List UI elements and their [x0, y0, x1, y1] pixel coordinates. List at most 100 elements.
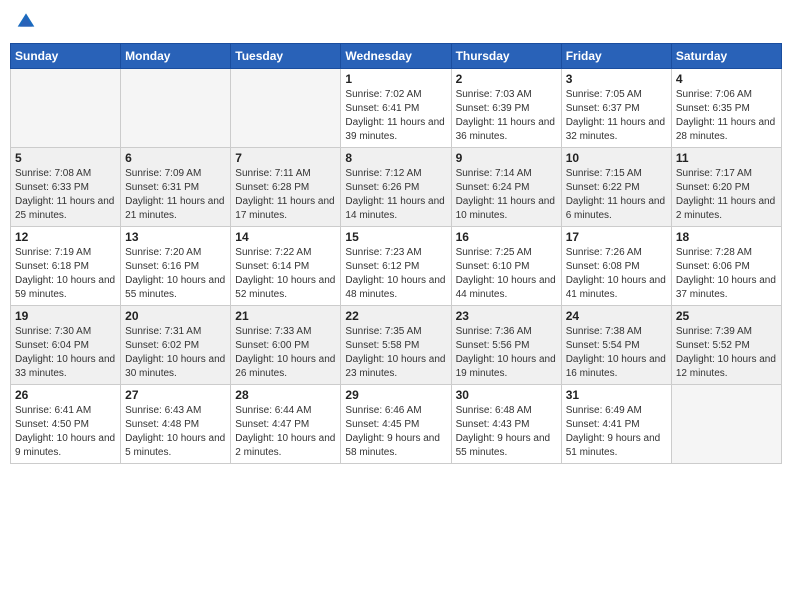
calendar-cell — [671, 385, 781, 464]
day-info: Sunrise: 6:43 AMSunset: 4:48 PMDaylight:… — [125, 404, 226, 460]
day-info: Sunrise: 7:03 AMSunset: 6:39 PMDaylight:… — [456, 88, 557, 144]
day-info: Sunrise: 7:25 AMSunset: 6:10 PMDaylight:… — [456, 246, 557, 302]
calendar-cell: 23 Sunrise: 7:36 AMSunset: 5:56 PMDayligh… — [451, 306, 561, 385]
day-number: 6 — [125, 151, 226, 165]
calendar-cell — [231, 69, 341, 148]
day-info: Sunrise: 7:11 AMSunset: 6:28 PMDaylight:… — [235, 167, 336, 223]
calendar-cell: 11 Sunrise: 7:17 AMSunset: 6:20 PMDayligh… — [671, 148, 781, 227]
calendar-cell: 9 Sunrise: 7:14 AMSunset: 6:24 PMDaylight… — [451, 148, 561, 227]
day-header-saturday: Saturday — [671, 44, 781, 69]
calendar-cell — [11, 69, 121, 148]
day-info: Sunrise: 7:31 AMSunset: 6:02 PMDaylight:… — [125, 325, 226, 381]
day-info: Sunrise: 7:28 AMSunset: 6:06 PMDaylight:… — [676, 246, 777, 302]
day-info: Sunrise: 7:33 AMSunset: 6:00 PMDaylight:… — [235, 325, 336, 381]
calendar-week-row: 12 Sunrise: 7:19 AMSunset: 6:18 PMDayligh… — [11, 227, 782, 306]
day-info: Sunrise: 7:12 AMSunset: 6:26 PMDaylight:… — [345, 167, 446, 223]
day-info: Sunrise: 7:06 AMSunset: 6:35 PMDaylight:… — [676, 88, 777, 144]
day-number: 29 — [345, 388, 446, 402]
day-info: Sunrise: 7:14 AMSunset: 6:24 PMDaylight:… — [456, 167, 557, 223]
day-info: Sunrise: 6:46 AMSunset: 4:45 PMDaylight:… — [345, 404, 446, 460]
day-number: 22 — [345, 309, 446, 323]
calendar-cell: 31 Sunrise: 6:49 AMSunset: 4:41 PMDayligh… — [561, 385, 671, 464]
day-info: Sunrise: 7:17 AMSunset: 6:20 PMDaylight:… — [676, 167, 777, 223]
day-number: 31 — [566, 388, 667, 402]
day-number: 30 — [456, 388, 557, 402]
calendar-cell: 24 Sunrise: 7:38 AMSunset: 5:54 PMDayligh… — [561, 306, 671, 385]
day-number: 1 — [345, 72, 446, 86]
calendar-cell: 13 Sunrise: 7:20 AMSunset: 6:16 PMDayligh… — [121, 227, 231, 306]
day-number: 9 — [456, 151, 557, 165]
day-number: 18 — [676, 230, 777, 244]
day-info: Sunrise: 7:26 AMSunset: 6:08 PMDaylight:… — [566, 246, 667, 302]
calendar-cell: 15Sunrise: 7:23 AMSunset: 6:12 PMDayligh… — [341, 227, 451, 306]
day-number: 10 — [566, 151, 667, 165]
day-info: Sunrise: 7:36 AMSunset: 5:56 PMDaylight:… — [456, 325, 557, 381]
day-info: Sunrise: 7:08 AMSunset: 6:33 PMDaylight:… — [15, 167, 116, 223]
calendar-cell: 10 Sunrise: 7:15 AMSunset: 6:22 PMDayligh… — [561, 148, 671, 227]
day-number: 7 — [235, 151, 336, 165]
calendar-cell: 30Sunrise: 6:48 AMSunset: 4:43 PMDayligh… — [451, 385, 561, 464]
day-info: Sunrise: 7:35 AMSunset: 5:58 PMDaylight:… — [345, 325, 446, 381]
day-number: 16 — [456, 230, 557, 244]
day-number: 11 — [676, 151, 777, 165]
day-header-tuesday: Tuesday — [231, 44, 341, 69]
calendar-cell: 19 Sunrise: 7:30 AMSunset: 6:04 PMDayligh… — [11, 306, 121, 385]
day-number: 5 — [15, 151, 116, 165]
day-header-thursday: Thursday — [451, 44, 561, 69]
day-number: 24 — [566, 309, 667, 323]
day-info: Sunrise: 7:09 AMSunset: 6:31 PMDaylight:… — [125, 167, 226, 223]
page-header — [10, 10, 782, 35]
day-info: Sunrise: 7:19 AMSunset: 6:18 PMDaylight:… — [15, 246, 116, 302]
day-info: Sunrise: 7:30 AMSunset: 6:04 PMDaylight:… — [15, 325, 116, 381]
day-info: Sunrise: 6:49 AMSunset: 4:41 PMDaylight:… — [566, 404, 667, 460]
calendar-cell: 12 Sunrise: 7:19 AMSunset: 6:18 PMDayligh… — [11, 227, 121, 306]
calendar-cell: 20 Sunrise: 7:31 AMSunset: 6:02 PMDayligh… — [121, 306, 231, 385]
day-info: Sunrise: 7:05 AMSunset: 6:37 PMDaylight:… — [566, 88, 667, 144]
day-info: Sunrise: 7:02 AMSunset: 6:41 PMDaylight:… — [345, 88, 446, 144]
day-number: 19 — [15, 309, 116, 323]
calendar-cell: 22 Sunrise: 7:35 AMSunset: 5:58 PMDayligh… — [341, 306, 451, 385]
day-number: 28 — [235, 388, 336, 402]
calendar-cell: 1 Sunrise: 7:02 AMSunset: 6:41 PMDaylight… — [341, 69, 451, 148]
logo-icon — [16, 10, 36, 30]
calendar-cell: 4 Sunrise: 7:06 AMSunset: 6:35 PMDaylight… — [671, 69, 781, 148]
day-number: 23 — [456, 309, 557, 323]
calendar-cell: 5 Sunrise: 7:08 AMSunset: 6:33 PMDaylight… — [11, 148, 121, 227]
day-info: Sunrise: 7:39 AMSunset: 5:52 PMDaylight:… — [676, 325, 777, 381]
calendar-week-row: 5 Sunrise: 7:08 AMSunset: 6:33 PMDaylight… — [11, 148, 782, 227]
day-number: 20 — [125, 309, 226, 323]
calendar-week-row: 26 Sunrise: 6:41 AMSunset: 4:50 PMDayligh… — [11, 385, 782, 464]
calendar-cell: 2Sunrise: 7:03 AMSunset: 6:39 PMDaylight… — [451, 69, 561, 148]
calendar-cell: 18 Sunrise: 7:28 AMSunset: 6:06 PMDayligh… — [671, 227, 781, 306]
calendar-cell — [121, 69, 231, 148]
calendar-table: SundayMondayTuesdayWednesdayThursdayFrid… — [10, 43, 782, 464]
day-info: Sunrise: 7:38 AMSunset: 5:54 PMDaylight:… — [566, 325, 667, 381]
day-number: 12 — [15, 230, 116, 244]
calendar-cell: 7 Sunrise: 7:11 AMSunset: 6:28 PMDaylight… — [231, 148, 341, 227]
day-header-friday: Friday — [561, 44, 671, 69]
day-number: 3 — [566, 72, 667, 86]
calendar-cell: 14 Sunrise: 7:22 AMSunset: 6:14 PMDayligh… — [231, 227, 341, 306]
day-info: Sunrise: 6:41 AMSunset: 4:50 PMDaylight:… — [15, 404, 116, 460]
day-number: 26 — [15, 388, 116, 402]
calendar-cell: 16 Sunrise: 7:25 AMSunset: 6:10 PMDayligh… — [451, 227, 561, 306]
day-info: Sunrise: 7:20 AMSunset: 6:16 PMDaylight:… — [125, 246, 226, 302]
day-header-wednesday: Wednesday — [341, 44, 451, 69]
day-number: 13 — [125, 230, 226, 244]
calendar-cell: 26 Sunrise: 6:41 AMSunset: 4:50 PMDayligh… — [11, 385, 121, 464]
day-number: 17 — [566, 230, 667, 244]
day-number: 25 — [676, 309, 777, 323]
calendar-cell: 21Sunrise: 7:33 AMSunset: 6:00 PMDayligh… — [231, 306, 341, 385]
day-number: 14 — [235, 230, 336, 244]
calendar-cell: 17 Sunrise: 7:26 AMSunset: 6:08 PMDayligh… — [561, 227, 671, 306]
calendar-header-row: SundayMondayTuesdayWednesdayThursdayFrid… — [11, 44, 782, 69]
day-number: 4 — [676, 72, 777, 86]
day-info: Sunrise: 7:15 AMSunset: 6:22 PMDaylight:… — [566, 167, 667, 223]
calendar-week-row: 19 Sunrise: 7:30 AMSunset: 6:04 PMDayligh… — [11, 306, 782, 385]
day-number: 27 — [125, 388, 226, 402]
day-number: 15 — [345, 230, 446, 244]
day-header-sunday: Sunday — [11, 44, 121, 69]
calendar-cell: 28Sunrise: 6:44 AMSunset: 4:47 PMDayligh… — [231, 385, 341, 464]
day-info: Sunrise: 7:22 AMSunset: 6:14 PMDaylight:… — [235, 246, 336, 302]
logo — [14, 10, 38, 35]
